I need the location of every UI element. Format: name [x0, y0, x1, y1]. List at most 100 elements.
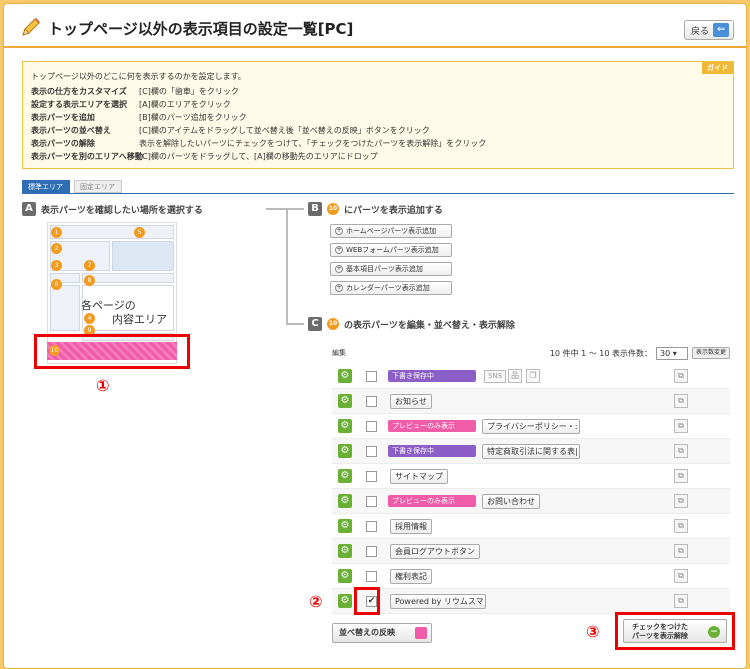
- table-row[interactable]: ⚙ 下書き保存中 SNS 品 ❐ ⧉: [332, 364, 730, 389]
- guide-tag: ガイド: [702, 62, 733, 74]
- part-name[interactable]: 採用情報: [390, 519, 432, 534]
- table-row[interactable]: ⚙ お知らせ ⧉: [332, 389, 730, 414]
- duplicate-icon[interactable]: ⧉: [674, 394, 688, 408]
- gear-icon[interactable]: ⚙: [338, 394, 352, 408]
- add-basic-part-button[interactable]: + 基本項目パーツ表示追加: [330, 262, 452, 276]
- part-name[interactable]: 特定商取引法に関する表|: [482, 444, 580, 459]
- guide-intro: トップページ以外のどこに何を表示するのかを設定します。: [31, 72, 246, 81]
- thumb-content-label: 内容エリア: [112, 313, 167, 326]
- row-checkbox[interactable]: [366, 446, 377, 457]
- change-count-button[interactable]: 表示数変更: [691, 347, 730, 359]
- thumb-num: 2: [51, 243, 62, 254]
- thumb-num: 4: [84, 313, 95, 324]
- thumb-num: 6: [51, 279, 62, 290]
- thumb-num: 1: [51, 227, 62, 238]
- edit-column-label: 編集: [332, 349, 346, 357]
- gear-icon[interactable]: ⚙: [338, 594, 352, 608]
- sitemap-icon: 品: [508, 369, 522, 383]
- marker-2: ②: [309, 592, 323, 611]
- thumb-num: 3: [51, 260, 62, 271]
- thumb-area[interactable]: [82, 273, 174, 283]
- duplicate-icon[interactable]: ⧉: [674, 444, 688, 458]
- back-arrow-icon: ⇐: [713, 23, 730, 37]
- guide-row: 表示パーツを追加 [B]欄のパーツ追加をクリック: [31, 113, 247, 122]
- tab-fixed-area[interactable]: 固定エリア: [74, 180, 122, 193]
- gear-icon[interactable]: ⚙: [338, 494, 352, 508]
- pencil-icon: [22, 18, 40, 36]
- row-checkbox[interactable]: [366, 496, 377, 507]
- section-b-title: にパーツを表示追加する: [344, 205, 443, 216]
- thumb-area[interactable]: [50, 285, 80, 331]
- plus-icon: +: [335, 265, 343, 273]
- part-name[interactable]: お知らせ: [390, 394, 432, 409]
- add-calendar-part-button[interactable]: + カレンダーパーツ表示追加: [330, 281, 452, 295]
- table-row[interactable]: ⚙ 下書き保存中 特定商取引法に関する表| ⧉: [332, 439, 730, 464]
- thumb-num: 8: [84, 275, 95, 286]
- duplicate-icon[interactable]: ⧉: [674, 469, 688, 483]
- row-checkbox[interactable]: [366, 571, 377, 582]
- part-name[interactable]: Powered by リウムスマ･: [390, 594, 486, 609]
- connector-line: [266, 208, 304, 210]
- gear-icon[interactable]: ⚙: [338, 544, 352, 558]
- guide-box: ガイド トップページ以外のどこに何を表示するのかを設定します。 表示の仕方をカス…: [22, 61, 734, 169]
- back-button[interactable]: 戻る ⇐: [684, 20, 734, 40]
- part-name[interactable]: プライバシーポリシー・:: [482, 419, 580, 434]
- area-num-badge: 10: [327, 318, 339, 330]
- thumb-area-header[interactable]: [50, 225, 174, 239]
- gear-icon[interactable]: ⚙: [338, 419, 352, 433]
- table-row[interactable]: ⚙ ✔ Powered by リウムスマ･ ⧉: [332, 589, 730, 614]
- plus-icon: +: [335, 227, 343, 235]
- part-name[interactable]: サイトマップ: [390, 469, 448, 484]
- guide-row: 表示パーツの並べ替え [C]欄のアイテムをドラッグして並べ替え後「並べ替えの反映」…: [31, 126, 430, 135]
- section-a-heading: A 表示パーツを確認したい場所を選択する: [22, 202, 203, 216]
- row-checkbox[interactable]: [366, 546, 377, 557]
- per-page-select[interactable]: 30 ▾: [655, 346, 688, 360]
- row-checkbox[interactable]: [366, 521, 377, 532]
- status-badge: プレビューのみ表示: [388, 420, 476, 432]
- add-homepage-part-button[interactable]: + ホームページパーツ表示追加: [330, 224, 452, 238]
- duplicate-icon[interactable]: ⧉: [674, 569, 688, 583]
- duplicate-icon[interactable]: ⧉: [674, 369, 688, 383]
- table-row[interactable]: ⚙ 会員ログアウトボタン ⧉: [332, 539, 730, 564]
- row-checkbox[interactable]: [366, 471, 377, 482]
- add-webform-part-button[interactable]: + WEBフォームパーツ表示追加: [330, 243, 452, 257]
- guide-row: 設定する表示エリアを選択 [A]欄のエリアをクリック: [31, 100, 231, 109]
- table-row[interactable]: ⚙ 権利表記 ⧉: [332, 564, 730, 589]
- section-c-letter: C: [308, 317, 322, 331]
- duplicate-icon[interactable]: ⧉: [674, 519, 688, 533]
- plus-icon: +: [335, 284, 343, 292]
- gear-icon[interactable]: ⚙: [338, 444, 352, 458]
- duplicate-icon[interactable]: ⧉: [674, 544, 688, 558]
- thumb-area[interactable]: [112, 241, 174, 271]
- table-row[interactable]: ⚙ プレビューのみ表示 お問い合わせ ⧉: [332, 489, 730, 514]
- table-row[interactable]: ⚙ プレビューのみ表示 プライバシーポリシー・: ⧉: [332, 414, 730, 439]
- gear-icon[interactable]: ⚙: [338, 519, 352, 533]
- duplicate-icon[interactable]: ⧉: [674, 494, 688, 508]
- plus-icon: +: [335, 246, 343, 254]
- gear-icon[interactable]: ⚙: [338, 469, 352, 483]
- part-name[interactable]: お問い合わせ: [482, 494, 540, 509]
- page-title: トップページ以外の表示項目の設定一覧[PC]: [48, 20, 354, 38]
- apply-sort-button[interactable]: 並べ替えの反映: [332, 623, 432, 643]
- guide-row: 表示パーツを別のエリアへ移動[C]欄のパーツをドラッグして、[A]欄の移動先のエ…: [31, 152, 378, 161]
- gear-icon[interactable]: ⚙: [338, 569, 352, 583]
- duplicate-icon[interactable]: ⧉: [674, 594, 688, 608]
- row-checkbox[interactable]: [366, 396, 377, 407]
- part-name[interactable]: 会員ログアウトボタン: [390, 544, 480, 559]
- tab-divider: [22, 193, 734, 194]
- row-checkbox[interactable]: [366, 421, 377, 432]
- section-c-title: の表示パーツを編集・並べ替え・表示解除: [344, 320, 515, 331]
- row-checkbox[interactable]: [366, 371, 377, 382]
- thumb-num: 5: [134, 227, 145, 238]
- tab-standard-area[interactable]: 標準エリア: [22, 180, 70, 193]
- copy-doc-icon: ❐: [526, 369, 540, 383]
- status-badge: 下書き保存中: [388, 370, 476, 382]
- part-name[interactable]: 権利表記: [390, 569, 432, 584]
- area-num-badge: 10: [327, 203, 339, 215]
- count-text: 10 件中 1 〜 10 表示件数：: [549, 348, 652, 358]
- status-badge: 下書き保存中: [388, 445, 476, 457]
- table-row[interactable]: ⚙ 採用情報 ⧉: [332, 514, 730, 539]
- table-row[interactable]: ⚙ サイトマップ ⧉: [332, 464, 730, 489]
- gear-icon[interactable]: ⚙: [338, 369, 352, 383]
- duplicate-icon[interactable]: ⧉: [674, 419, 688, 433]
